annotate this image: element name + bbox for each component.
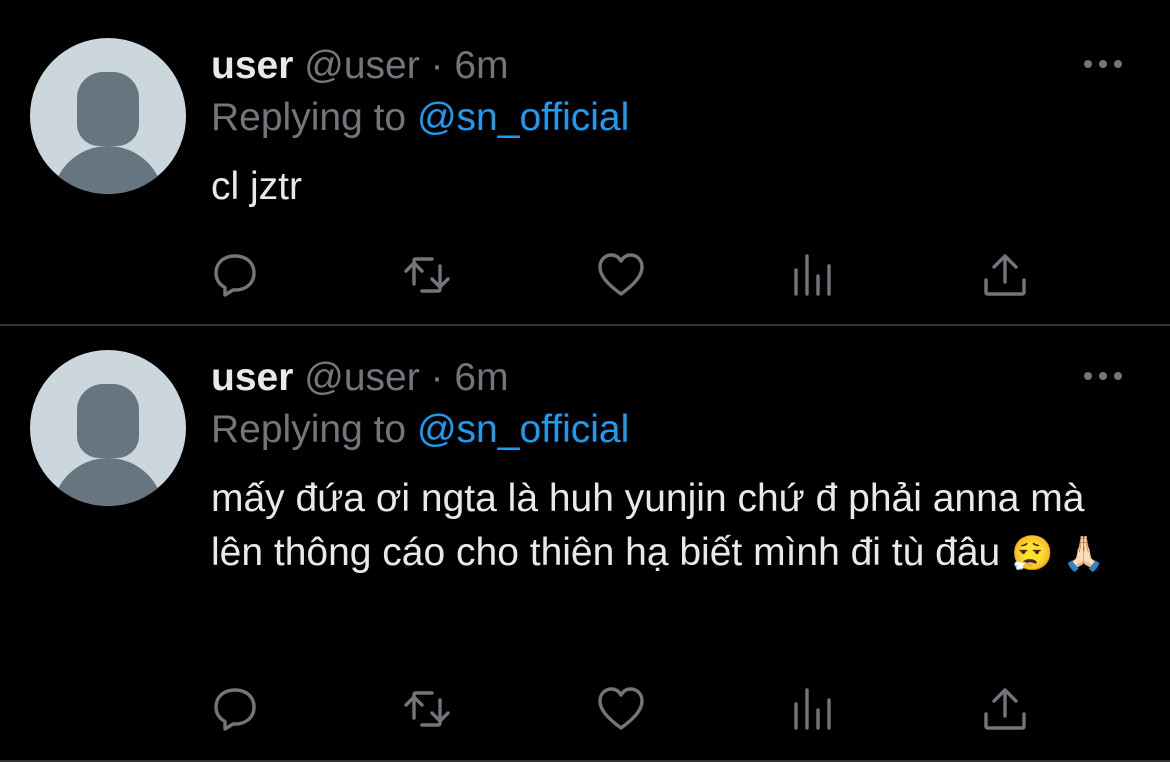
tweet-card[interactable]: user @user · 6m Replying to @sn_official… bbox=[0, 0, 1170, 326]
emoji-sequence: 😮‍💨 🙏🏻 bbox=[1011, 535, 1106, 573]
user-handle[interactable]: @user bbox=[304, 44, 419, 87]
timestamp[interactable]: 6m bbox=[454, 44, 508, 87]
tweet-header: user @user · 6m bbox=[211, 44, 509, 88]
avatar-head-shape bbox=[77, 384, 139, 458]
tweet-text: mấy đứa ơi ngta là huh yunjin chứ đ phải… bbox=[211, 472, 1141, 581]
reply-bubble-icon bbox=[214, 688, 256, 731]
share-button[interactable] bbox=[980, 250, 1030, 300]
reply-button[interactable] bbox=[210, 684, 260, 734]
like-button[interactable] bbox=[596, 250, 646, 300]
separator-dot: · bbox=[430, 356, 444, 399]
more-horizontal-icon bbox=[1084, 60, 1092, 68]
reply-bubble-icon bbox=[214, 254, 256, 297]
more-dot bbox=[1099, 372, 1107, 380]
tweet-text-content: mấy đứa ơi ngta là huh yunjin chứ đ phải… bbox=[211, 477, 1085, 574]
timestamp[interactable]: 6m bbox=[454, 356, 508, 399]
tweet-actions bbox=[210, 250, 1040, 300]
avatar-head-shape bbox=[77, 72, 139, 146]
share-button[interactable] bbox=[980, 684, 1030, 734]
display-name[interactable]: user bbox=[211, 356, 293, 399]
reply-mention-link[interactable]: @sn_official bbox=[417, 96, 629, 139]
avatar[interactable] bbox=[30, 38, 186, 194]
tweet-text: cl jztr bbox=[211, 160, 1141, 214]
bar-chart-icon bbox=[794, 254, 831, 296]
reply-mention-link[interactable]: @sn_official bbox=[417, 408, 629, 451]
retweet-icon bbox=[404, 257, 450, 293]
more-dot bbox=[1099, 60, 1107, 68]
replying-prefix: Replying to bbox=[211, 408, 407, 451]
retweet-icon bbox=[404, 691, 450, 727]
like-button[interactable] bbox=[596, 684, 646, 734]
avatar[interactable] bbox=[30, 350, 186, 506]
display-name[interactable]: user bbox=[211, 44, 293, 87]
reply-button[interactable] bbox=[210, 250, 260, 300]
views-button[interactable] bbox=[788, 250, 838, 300]
replying-prefix: Replying to bbox=[211, 96, 407, 139]
retweet-button[interactable] bbox=[402, 684, 452, 734]
tweet-actions bbox=[210, 684, 1040, 734]
more-horizontal-icon bbox=[1084, 372, 1092, 380]
more-options-button[interactable] bbox=[1084, 370, 1124, 382]
retweet-button[interactable] bbox=[402, 250, 452, 300]
replying-to-line: Replying to @sn_official bbox=[211, 408, 629, 452]
tweet-text-content: cl jztr bbox=[211, 165, 302, 208]
tweet-header: user @user · 6m bbox=[211, 356, 509, 400]
more-dot bbox=[1114, 372, 1122, 380]
bar-chart-icon bbox=[794, 688, 831, 730]
heart-icon bbox=[598, 253, 644, 296]
avatar-shoulders-shape bbox=[52, 458, 164, 506]
share-upload-icon bbox=[984, 688, 1026, 730]
tweet-card[interactable]: user @user · 6m Replying to @sn_official… bbox=[0, 326, 1170, 762]
views-button[interactable] bbox=[788, 684, 838, 734]
user-handle[interactable]: @user bbox=[304, 356, 419, 399]
replying-to-line: Replying to @sn_official bbox=[211, 96, 629, 140]
heart-icon bbox=[598, 687, 644, 730]
separator-dot: · bbox=[430, 44, 444, 87]
avatar-shoulders-shape bbox=[52, 146, 164, 194]
share-upload-icon bbox=[984, 254, 1026, 296]
more-dot bbox=[1114, 60, 1122, 68]
more-options-button[interactable] bbox=[1084, 58, 1124, 70]
